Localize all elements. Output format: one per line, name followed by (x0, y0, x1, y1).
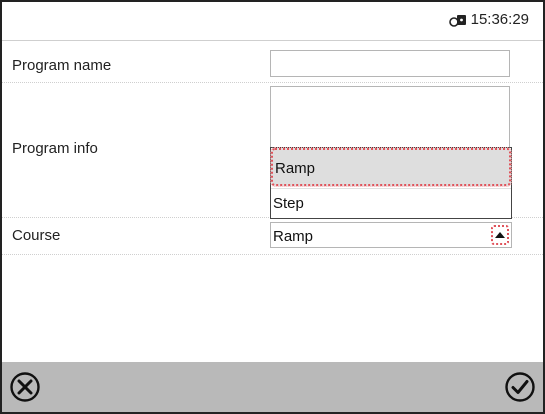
course-option-step[interactable]: Step (271, 188, 511, 219)
cancel-button[interactable] (8, 370, 42, 404)
program-info-input[interactable] (270, 86, 510, 150)
confirm-button[interactable] (503, 370, 537, 404)
confirm-check-icon (505, 372, 535, 402)
program-name-label: Program name (12, 57, 112, 74)
course-option-ramp[interactable]: Ramp (270, 147, 512, 187)
clock-time: 15:36:29 (470, 11, 529, 28)
program-name-input[interactable] (270, 50, 510, 77)
program-info-label: Program info (12, 140, 98, 157)
status-bar: 15:36:29 (2, 2, 543, 41)
program-editor-screen: 15:36:29 Program name Program info Cours… (0, 0, 545, 414)
course-selected-value: Ramp (273, 228, 314, 245)
clock-group: 15:36:29 (448, 11, 529, 28)
cancel-circle-icon (10, 372, 40, 402)
lock-key-icon (448, 12, 467, 28)
course-option-step-label: Step (273, 195, 304, 212)
course-option-ramp-label: Ramp (275, 160, 316, 177)
course-dropdown-list: Ramp Step (270, 147, 512, 219)
course-dropdown-toggle[interactable] (491, 225, 509, 245)
course-select[interactable]: Ramp (270, 222, 512, 248)
course-label: Course (12, 227, 61, 244)
bottom-action-bar (2, 362, 543, 412)
caret-up-icon (495, 232, 505, 238)
